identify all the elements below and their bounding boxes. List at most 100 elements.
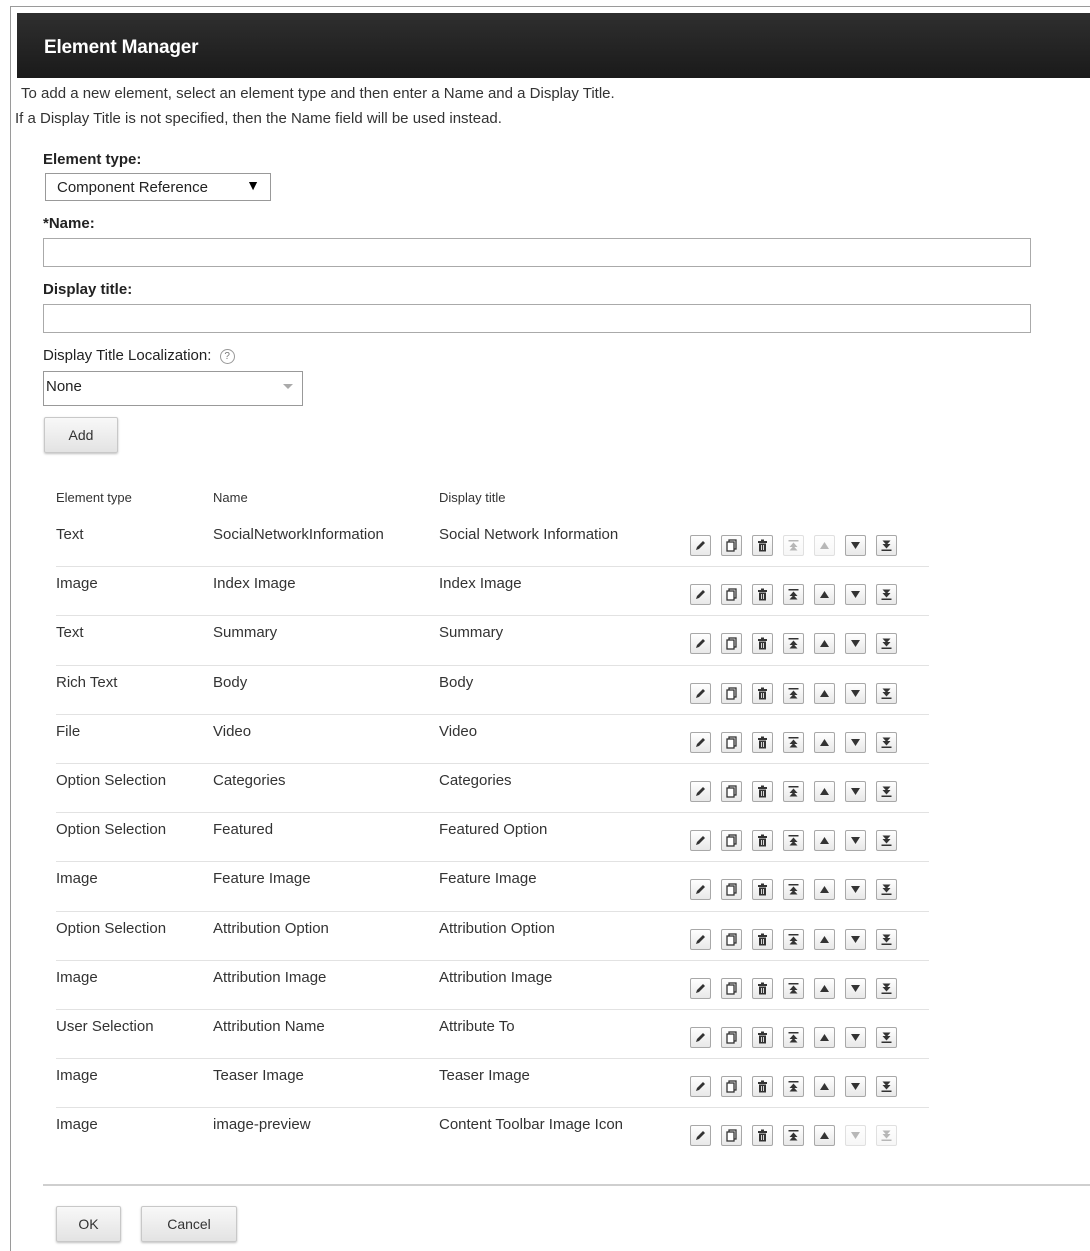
- move-top-button[interactable]: [783, 928, 804, 950]
- move-top-icon: [787, 687, 800, 700]
- move-top-button[interactable]: [783, 830, 804, 852]
- delete-button[interactable]: [752, 1125, 773, 1147]
- copy-button[interactable]: [721, 1026, 742, 1048]
- localization-select[interactable]: None: [43, 371, 303, 406]
- copy-button[interactable]: [721, 780, 742, 802]
- delete-button[interactable]: [752, 633, 773, 655]
- edit-button[interactable]: [690, 780, 711, 802]
- copy-button[interactable]: [721, 731, 742, 753]
- move-up-button[interactable]: [814, 731, 835, 753]
- move-top-button[interactable]: [783, 633, 804, 655]
- edit-button[interactable]: [690, 682, 711, 704]
- ok-button[interactable]: OK: [56, 1206, 121, 1242]
- edit-button[interactable]: [690, 633, 711, 655]
- move-up-button[interactable]: [814, 879, 835, 901]
- move-down-button[interactable]: [845, 731, 866, 753]
- move-bottom-button[interactable]: [876, 928, 897, 950]
- move-bottom-button[interactable]: [876, 584, 897, 606]
- cancel-button[interactable]: Cancel: [141, 1206, 237, 1242]
- move-up-button[interactable]: [814, 1076, 835, 1098]
- move-bottom-button[interactable]: [876, 535, 897, 556]
- copy-button[interactable]: [721, 633, 742, 655]
- move-down-button[interactable]: [845, 584, 866, 606]
- copy-button[interactable]: [721, 830, 742, 852]
- copy-button[interactable]: [721, 928, 742, 950]
- delete-button[interactable]: [752, 1076, 773, 1098]
- move-down-button[interactable]: [845, 682, 866, 704]
- move-down-button[interactable]: [845, 1026, 866, 1048]
- move-bottom-button[interactable]: [876, 977, 897, 999]
- move-down-button[interactable]: [845, 780, 866, 802]
- edit-button[interactable]: [690, 879, 711, 901]
- element-type-select[interactable]: Component Reference ▼: [45, 173, 271, 201]
- move-top-button[interactable]: [783, 1076, 804, 1098]
- delete-button[interactable]: [752, 731, 773, 753]
- add-button[interactable]: Add: [44, 417, 118, 453]
- move-top-button[interactable]: [783, 977, 804, 999]
- cell-name: Body: [213, 673, 248, 691]
- help-icon[interactable]: ?: [219, 349, 235, 364]
- move-up-button[interactable]: [814, 830, 835, 852]
- move-up-button[interactable]: [814, 928, 835, 950]
- move-top-button[interactable]: [783, 1125, 804, 1147]
- move-down-button[interactable]: [845, 928, 866, 950]
- copy-button[interactable]: [721, 682, 742, 704]
- copy-button[interactable]: [721, 535, 742, 556]
- move-up-button[interactable]: [814, 1125, 835, 1147]
- move-top-button[interactable]: [783, 682, 804, 704]
- move-up-button[interactable]: [814, 1026, 835, 1048]
- edit-button[interactable]: [690, 928, 711, 950]
- edit-button[interactable]: [690, 584, 711, 606]
- delete-button[interactable]: [752, 584, 773, 606]
- delete-button[interactable]: [752, 879, 773, 901]
- move-bottom-button[interactable]: [876, 780, 897, 802]
- move-bottom-button[interactable]: [876, 633, 897, 655]
- edit-button[interactable]: [690, 535, 711, 556]
- copy-button[interactable]: [721, 1125, 742, 1147]
- move-down-button[interactable]: [845, 535, 866, 556]
- delete-button[interactable]: [752, 780, 773, 802]
- move-down-button[interactable]: [845, 879, 866, 901]
- move-bottom-button[interactable]: [876, 830, 897, 852]
- move-bottom-button[interactable]: [876, 682, 897, 704]
- move-bottom-button[interactable]: [876, 879, 897, 901]
- delete-button[interactable]: [752, 928, 773, 950]
- move-top-button[interactable]: [783, 1026, 804, 1048]
- edit-button[interactable]: [690, 1125, 711, 1147]
- name-input[interactable]: [43, 238, 1031, 267]
- move-bottom-button[interactable]: [876, 1076, 897, 1098]
- move-up-button[interactable]: [814, 977, 835, 999]
- display-title-input[interactable]: [43, 304, 1031, 333]
- move-top-button[interactable]: [783, 584, 804, 606]
- move-top-button[interactable]: [783, 879, 804, 901]
- delete-button[interactable]: [752, 682, 773, 704]
- edit-icon: [694, 1129, 707, 1142]
- move-down-button[interactable]: [845, 830, 866, 852]
- edit-button[interactable]: [690, 1076, 711, 1098]
- copy-button[interactable]: [721, 1076, 742, 1098]
- delete-button[interactable]: [752, 977, 773, 999]
- move-up-button[interactable]: [814, 682, 835, 704]
- delete-button[interactable]: [752, 535, 773, 556]
- move-bottom-icon: [880, 1031, 893, 1044]
- move-bottom-button[interactable]: [876, 731, 897, 753]
- move-top-button[interactable]: [783, 780, 804, 802]
- move-up-button[interactable]: [814, 780, 835, 802]
- edit-button[interactable]: [690, 1026, 711, 1048]
- move-up-button[interactable]: [814, 633, 835, 655]
- move-bottom-button[interactable]: [876, 1026, 897, 1048]
- delete-button[interactable]: [752, 1026, 773, 1048]
- move-down-button[interactable]: [845, 977, 866, 999]
- move-down-button[interactable]: [845, 1076, 866, 1098]
- move-down-button[interactable]: [845, 633, 866, 655]
- edit-button[interactable]: [690, 830, 711, 852]
- edit-button[interactable]: [690, 731, 711, 753]
- copy-button[interactable]: [721, 977, 742, 999]
- table-row: Text Summary Summary: [56, 616, 929, 666]
- move-top-button[interactable]: [783, 731, 804, 753]
- copy-button[interactable]: [721, 584, 742, 606]
- move-up-button[interactable]: [814, 584, 835, 606]
- delete-button[interactable]: [752, 830, 773, 852]
- copy-button[interactable]: [721, 879, 742, 901]
- edit-button[interactable]: [690, 977, 711, 999]
